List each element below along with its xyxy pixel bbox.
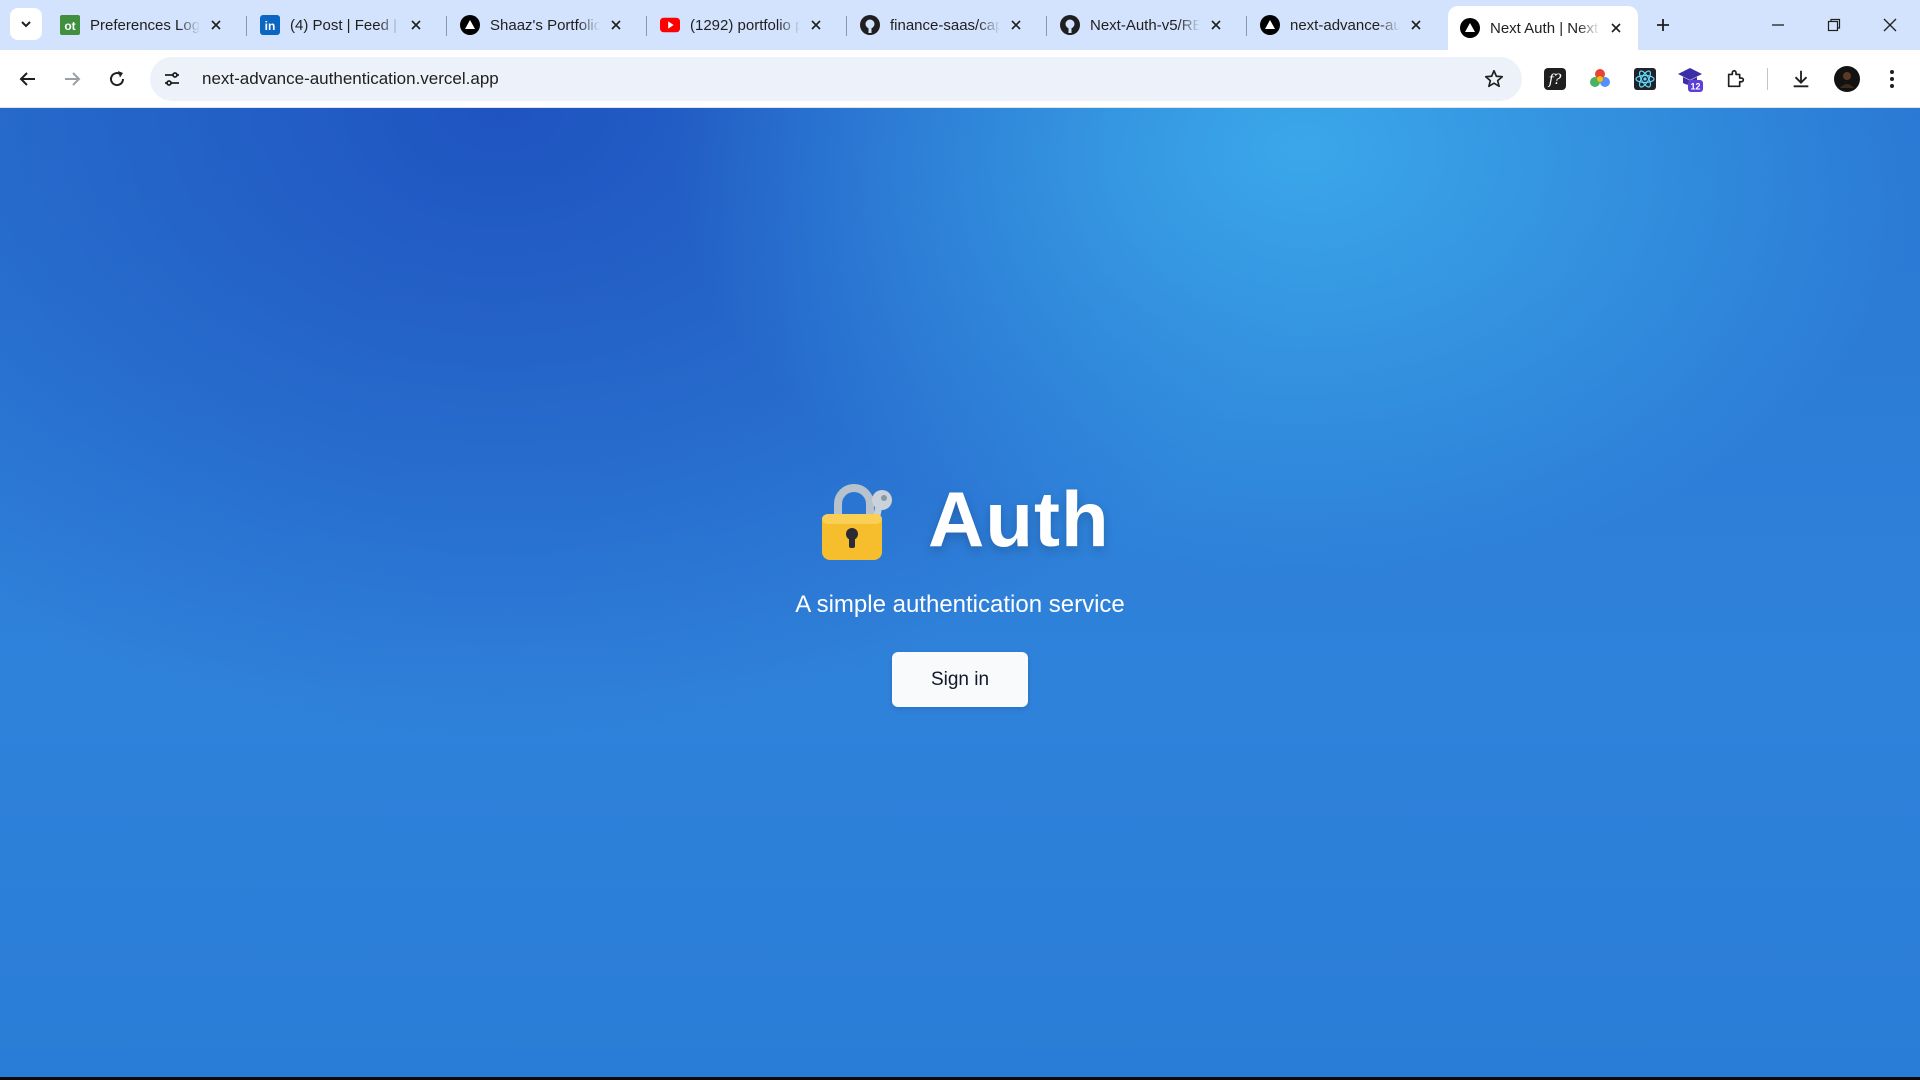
close-icon[interactable] bbox=[1406, 15, 1426, 35]
close-window-button[interactable] bbox=[1862, 0, 1918, 50]
tune-icon bbox=[165, 72, 179, 86]
overleaf-favicon-icon: ot bbox=[60, 15, 80, 35]
avatar bbox=[1834, 66, 1860, 92]
extensions-button[interactable] bbox=[1722, 65, 1750, 93]
tab-separator bbox=[1046, 16, 1047, 36]
extension-badge: 12 bbox=[1690, 82, 1700, 92]
restore-button[interactable] bbox=[1806, 0, 1862, 50]
downloads-button[interactable] bbox=[1787, 65, 1815, 93]
tab-separator bbox=[1246, 16, 1247, 36]
new-tab-button[interactable] bbox=[1648, 10, 1678, 40]
download-icon bbox=[1793, 70, 1809, 88]
arrow-right-icon bbox=[65, 72, 81, 86]
tab-linkedin[interactable]: in (4) Post | Feed | LinkedIn bbox=[248, 6, 438, 44]
page-title: Auth bbox=[928, 474, 1110, 563]
tab-title: finance-saas/capital bbox=[890, 16, 1000, 34]
tab-separator bbox=[646, 16, 647, 36]
extension-graduation[interactable]: 12 bbox=[1676, 65, 1704, 93]
browser-toolbar: next-advance-authentication.vercel.app f… bbox=[0, 50, 1920, 108]
github-favicon-icon bbox=[860, 15, 880, 35]
tab-title: Next Auth | Next.js bbox=[1490, 19, 1600, 37]
close-icon[interactable] bbox=[606, 15, 626, 35]
profile-button[interactable] bbox=[1833, 65, 1861, 93]
tab-search-button[interactable] bbox=[10, 8, 42, 40]
chevron-down-icon bbox=[21, 21, 31, 28]
site-info-button[interactable] bbox=[154, 61, 190, 97]
sign-in-button[interactable]: Sign in bbox=[892, 652, 1028, 707]
svg-text:f?: f? bbox=[1548, 72, 1562, 88]
tab-separator bbox=[446, 16, 447, 36]
back-button[interactable] bbox=[10, 61, 46, 97]
hero-section: Auth A simple authentication service Sig… bbox=[0, 108, 1920, 1077]
graduation-cap-icon: 12 bbox=[1678, 68, 1703, 92]
tab-strip: ot Preferences Login in (4) Post | Feed … bbox=[0, 0, 1920, 50]
tab-github-nextauth[interactable]: Next-Auth-v5/README bbox=[1048, 6, 1238, 44]
plus-icon bbox=[1657, 19, 1669, 31]
tab-next-auth-active[interactable]: Next Auth | Next.js bbox=[1448, 6, 1638, 50]
extension-react-devtools[interactable] bbox=[1631, 65, 1659, 93]
extension-formula[interactable]: f? bbox=[1541, 65, 1569, 93]
vercel-favicon-icon bbox=[460, 15, 480, 35]
tab-title: next-advance-authentication bbox=[1290, 16, 1400, 34]
forward-button[interactable] bbox=[54, 61, 90, 97]
tab-title: (1292) portfolio project bbox=[690, 16, 800, 34]
youtube-favicon-icon bbox=[660, 15, 680, 35]
brand-row: Auth bbox=[820, 474, 1110, 564]
star-icon bbox=[1484, 69, 1504, 88]
vercel-favicon-icon bbox=[1460, 18, 1480, 38]
tab-github-finance[interactable]: finance-saas/capital bbox=[848, 6, 1038, 44]
close-icon[interactable] bbox=[1006, 15, 1026, 35]
page-viewport: Auth A simple authentication service Sig… bbox=[0, 108, 1920, 1077]
tab-separator bbox=[846, 16, 847, 36]
github-favicon-icon bbox=[1060, 15, 1080, 35]
chrome-menu-button[interactable] bbox=[1878, 65, 1906, 93]
arrow-left-icon bbox=[19, 72, 35, 86]
page-subtitle: A simple authentication service bbox=[795, 591, 1125, 618]
close-icon[interactable] bbox=[406, 15, 426, 35]
vercel-favicon-icon bbox=[1260, 15, 1280, 35]
lock-with-key-icon bbox=[822, 484, 892, 560]
tab-title: Next-Auth-v5/README bbox=[1090, 16, 1200, 34]
tab-overleaf[interactable]: ot Preferences Login bbox=[48, 6, 238, 44]
toolbar-divider bbox=[1767, 68, 1768, 90]
close-icon[interactable] bbox=[806, 15, 826, 35]
svg-text:ot: ot bbox=[64, 19, 75, 33]
react-icon bbox=[1634, 68, 1656, 90]
reload-icon bbox=[110, 71, 125, 87]
minimize-icon bbox=[1772, 24, 1784, 26]
tab-next-advance[interactable]: next-advance-authentication bbox=[1248, 6, 1438, 44]
linkedin-favicon-icon: in bbox=[260, 15, 280, 35]
tab-title: Shaaz's Portfolio bbox=[490, 16, 600, 34]
color-wheel-icon bbox=[1590, 69, 1610, 87]
reload-button[interactable] bbox=[99, 61, 135, 97]
restore-icon bbox=[1827, 18, 1841, 32]
url-text[interactable]: next-advance-authentication.vercel.app bbox=[202, 69, 499, 89]
address-bar[interactable]: next-advance-authentication.vercel.app bbox=[150, 57, 1522, 101]
minimize-button[interactable] bbox=[1750, 0, 1806, 50]
tab-separator bbox=[246, 16, 247, 36]
tab-title: (4) Post | Feed | LinkedIn bbox=[290, 16, 400, 34]
close-icon[interactable] bbox=[1606, 18, 1626, 38]
tab-youtube[interactable]: (1292) portfolio project bbox=[648, 6, 838, 44]
formula-extension-icon: f? bbox=[1544, 68, 1566, 90]
close-icon bbox=[1883, 18, 1897, 32]
tab-title: Preferences Login bbox=[90, 16, 200, 34]
svg-text:in: in bbox=[265, 19, 276, 33]
extension-colorpicker[interactable] bbox=[1586, 65, 1614, 93]
tab-portfolio[interactable]: Shaaz's Portfolio bbox=[448, 6, 638, 44]
close-icon[interactable] bbox=[1206, 15, 1226, 35]
puzzle-icon bbox=[1727, 69, 1745, 88]
close-icon[interactable] bbox=[206, 15, 226, 35]
kebab-menu-icon bbox=[1890, 70, 1894, 88]
bookmark-button[interactable] bbox=[1480, 65, 1508, 93]
